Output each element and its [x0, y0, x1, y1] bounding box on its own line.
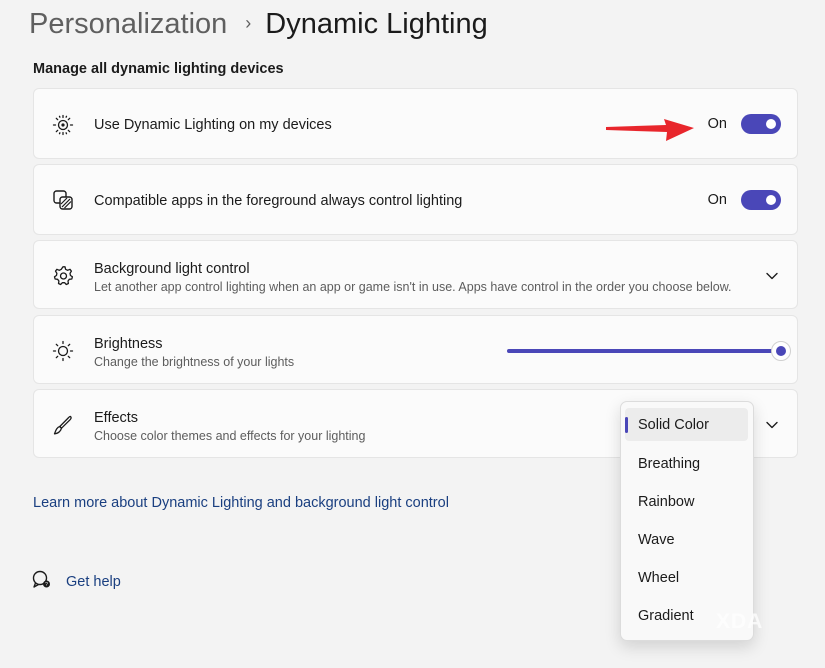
help-chat-icon: ?	[31, 569, 51, 594]
dropdown-option-wave[interactable]: Wave	[625, 523, 748, 556]
toggle-state-label: On	[707, 116, 727, 132]
effects-dropdown-menu: Solid Color Breathing Rainbow Wave Wheel…	[620, 401, 754, 641]
setting-description: Choose color themes and effects for your…	[94, 429, 366, 443]
sun-icon	[52, 340, 74, 362]
toggle-knob	[766, 195, 776, 205]
dropdown-option-label: Rainbow	[638, 493, 695, 510]
toggle-knob	[766, 119, 776, 129]
page-title: Dynamic Lighting	[265, 7, 488, 40]
setting-title: Background light control	[94, 261, 250, 277]
selection-indicator	[625, 417, 628, 433]
breadcrumb-parent[interactable]: Personalization	[29, 8, 227, 41]
compatible-apps-toggle-group: On	[708, 190, 781, 210]
section-title: Manage all dynamic lighting devices	[33, 61, 284, 77]
dropdown-option-label: Solid Color	[638, 416, 709, 433]
compatible-apps-toggle[interactable]	[741, 190, 781, 210]
dropdown-option-wheel[interactable]: Wheel	[625, 561, 748, 594]
setting-title: Use Dynamic Lighting on my devices	[94, 117, 332, 133]
brightness-slider[interactable]	[507, 341, 791, 361]
dropdown-option-label: Wave	[638, 531, 675, 548]
svg-text:?: ?	[45, 582, 48, 588]
setting-background-light-control[interactable]: Background light control Let another app…	[33, 240, 798, 309]
dynamic-lighting-toggle-group: On	[708, 114, 781, 134]
setting-title: Effects	[94, 410, 139, 426]
setting-description: Let another app control lighting when an…	[94, 280, 732, 294]
slider-track-filled	[507, 349, 773, 353]
dropdown-option-breathing[interactable]: Breathing	[625, 447, 748, 480]
breadcrumb: Personalization › Dynamic Lighting	[29, 2, 488, 46]
setting-compatible-apps: Compatible apps in the foreground always…	[33, 164, 798, 235]
gear-icon	[52, 265, 74, 287]
dropdown-option-label: Wheel	[638, 569, 680, 586]
slider-thumb-dot	[776, 346, 786, 356]
dynamic-lighting-toggle[interactable]	[741, 114, 781, 134]
xda-watermark: XDA	[716, 610, 764, 633]
setting-description: Change the brightness of your lights	[94, 355, 295, 369]
dropdown-option-rainbow[interactable]: Rainbow	[625, 485, 748, 518]
toggle-state-label: On	[707, 192, 727, 208]
breadcrumb-separator: ›	[245, 12, 252, 33]
setting-brightness: Brightness Change the brightness of your…	[33, 315, 798, 384]
slider-thumb[interactable]	[771, 341, 791, 361]
setting-title: Compatible apps in the foreground always…	[94, 193, 463, 209]
brush-icon	[52, 414, 74, 436]
dropdown-option-solid-color[interactable]: Solid Color	[625, 408, 748, 441]
dynamic-lighting-icon	[52, 114, 74, 136]
chevron-down-icon[interactable]	[765, 269, 779, 283]
get-help-link[interactable]: Get help	[66, 574, 121, 590]
apps-layers-icon	[52, 189, 74, 211]
get-help[interactable]: ? Get help	[31, 569, 121, 594]
dropdown-option-label: Breathing	[638, 455, 701, 472]
setting-title: Brightness	[94, 336, 163, 352]
chevron-down-icon[interactable]	[765, 418, 779, 432]
dropdown-option-label: Gradient	[638, 607, 694, 624]
red-arrow-annotation	[606, 119, 694, 141]
learn-more-link[interactable]: Learn more about Dynamic Lighting and ba…	[33, 495, 449, 511]
